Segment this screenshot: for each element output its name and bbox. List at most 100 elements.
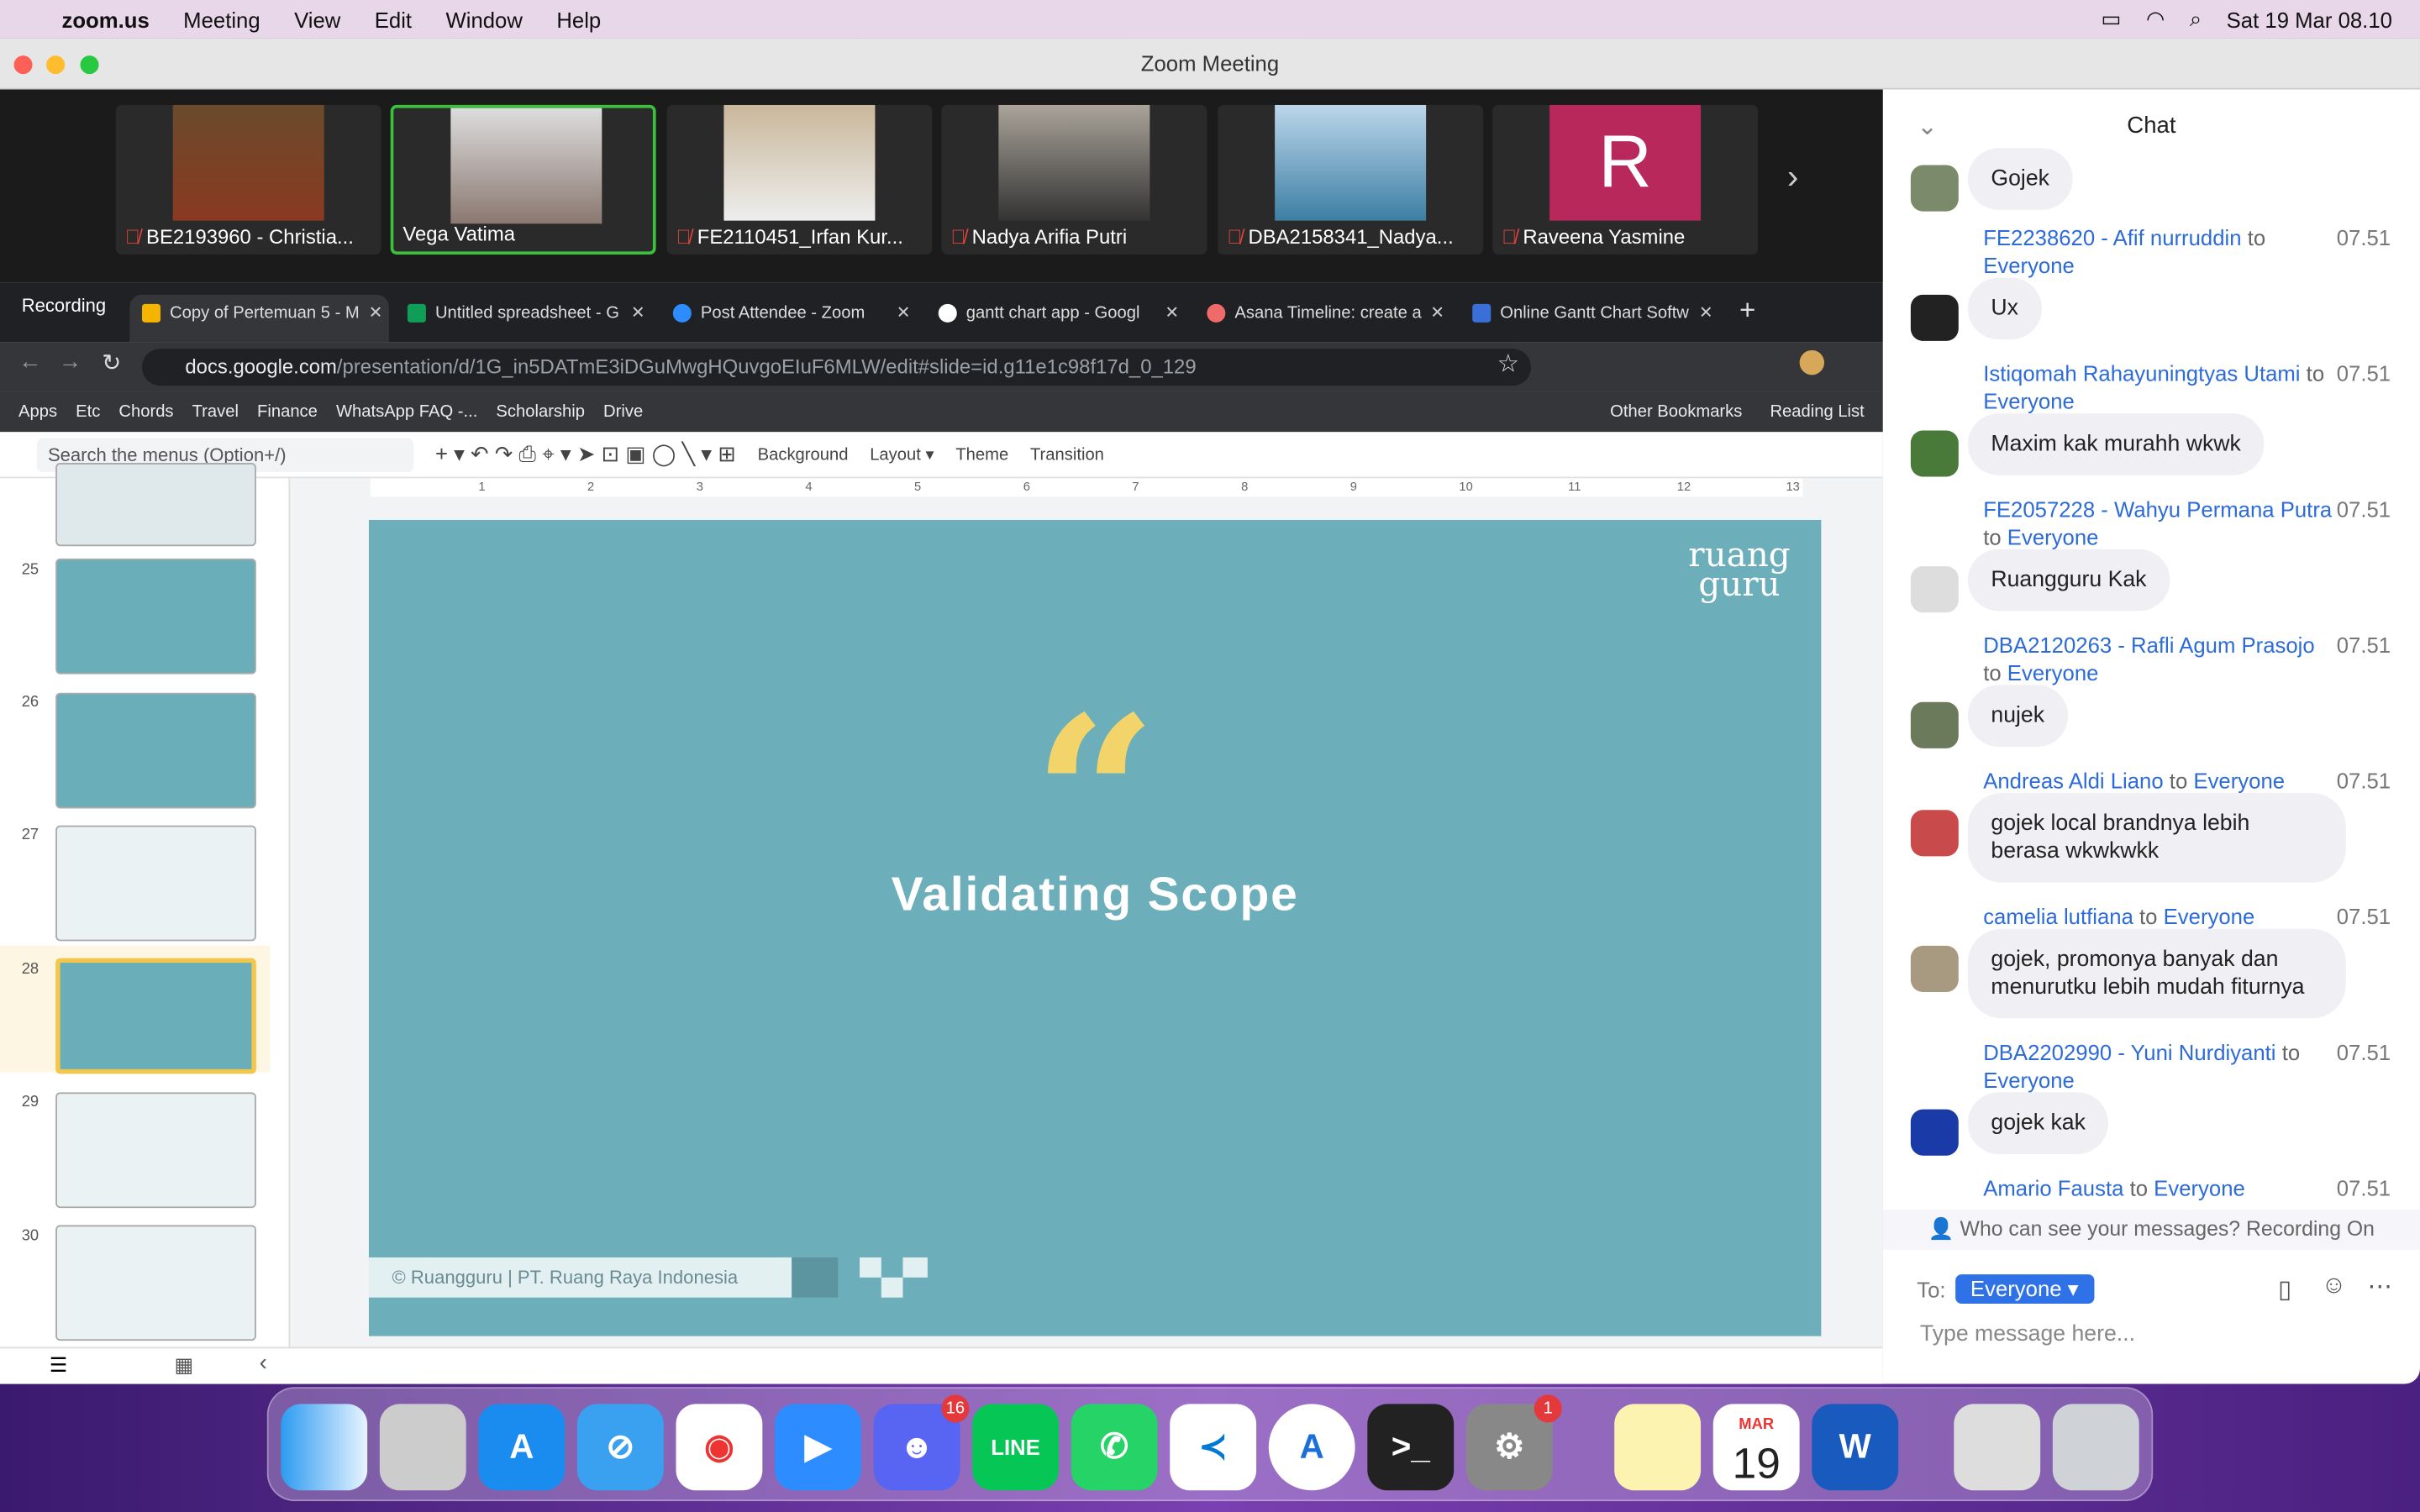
trash-icon[interactable]: [2052, 1404, 2139, 1491]
sender-name[interactable]: DBA2120263 - Rafli Agum Prasojo: [1983, 633, 2315, 657]
next-page-chevron-icon[interactable]: ›: [1787, 157, 1798, 197]
menu-meeting[interactable]: Meeting: [183, 7, 260, 31]
close-tab-icon[interactable]: ✕: [897, 295, 911, 332]
close-tab-icon[interactable]: ✕: [1699, 295, 1713, 332]
url-field[interactable]: docs.google.com/presentation/d/1G_in5DAT…: [141, 349, 1532, 386]
search-icon[interactable]: ⌕: [2190, 6, 2202, 32]
transition-button[interactable]: Transition: [1030, 445, 1104, 464]
whatsapp-icon[interactable]: ✆: [1071, 1404, 1158, 1491]
theme-button[interactable]: Theme: [955, 445, 1008, 464]
back-icon[interactable]: ←: [18, 349, 42, 375]
vscode-icon[interactable]: ≺: [1170, 1404, 1257, 1491]
more-icon[interactable]: ⋯: [2368, 1271, 2392, 1302]
chrome-icon[interactable]: ◉: [676, 1404, 763, 1491]
bookmark-apps[interactable]: Apps: [18, 402, 57, 421]
close-tab-icon[interactable]: ✕: [631, 295, 645, 332]
sender-name[interactable]: FE2238620 - Afif nurruddin: [1983, 225, 2241, 249]
participant-name: BE2193960 - Christia...: [146, 225, 354, 249]
close-tab-icon[interactable]: ✕: [1430, 295, 1444, 332]
sender-name[interactable]: Andreas Aldi Liano: [1983, 769, 2163, 793]
tab-slides[interactable]: Copy of Pertemuan 5 - M ✕: [129, 294, 389, 343]
app-store-icon[interactable]: A: [478, 1404, 566, 1491]
bookmark-scholarship[interactable]: Scholarship: [496, 402, 585, 421]
background-button[interactable]: Background: [758, 445, 849, 464]
tab-asana[interactable]: Asana Timeline: create a ✕: [1195, 295, 1451, 343]
menu-view[interactable]: View: [294, 7, 340, 31]
finder-icon[interactable]: [281, 1404, 368, 1491]
reload-icon[interactable]: ↻: [102, 349, 121, 376]
bookmark-etc[interactable]: Etc: [76, 402, 100, 421]
collapse-chevron-icon[interactable]: ⌄: [1917, 111, 1938, 142]
bookmark-travel[interactable]: Travel: [192, 402, 239, 421]
grid-view-icon[interactable]: ▦: [175, 1353, 194, 1378]
participant-tile[interactable]: 🎙̸ DBA2158341_Nadya...: [1218, 104, 1484, 255]
close-tab-icon[interactable]: ✕: [369, 295, 383, 332]
layout-button[interactable]: Layout ▾: [870, 444, 934, 465]
launchpad-icon[interactable]: [379, 1404, 466, 1491]
slide-thumbnail-selected[interactable]: [55, 958, 256, 1074]
tab-google-search[interactable]: gantt chart app - Googl ✕: [926, 295, 1186, 343]
minimize-window-button[interactable]: [46, 55, 66, 75]
participant-tile[interactable]: 🎙̸ Nadya Arifia Putri: [941, 104, 1207, 255]
menu-edit[interactable]: Edit: [375, 7, 412, 31]
tab-spreadsheet[interactable]: Untitled spreadsheet - G ✕: [395, 295, 651, 343]
downloads-stack-icon[interactable]: [1954, 1404, 2041, 1491]
slide-thumbnail[interactable]: [55, 463, 256, 547]
discord-icon[interactable]: ☻ 16: [873, 1394, 970, 1491]
close-window-button[interactable]: [13, 55, 33, 75]
xcode-instruments-icon[interactable]: A: [1268, 1404, 1355, 1491]
list-view-icon[interactable]: ☰: [50, 1353, 67, 1378]
toolbar-icons[interactable]: + ▾ ↶ ↷ ⎙ ⌖ ▾ ➤ ⊡ ▣ ◯ ╲ ▾ ⊞: [435, 441, 736, 467]
close-tab-icon[interactable]: ✕: [1165, 295, 1179, 332]
slide-thumbnail[interactable]: [55, 692, 256, 809]
menu-help[interactable]: Help: [556, 7, 601, 31]
tab-zoom[interactable]: Post Attendee - Zoom ✕: [660, 295, 917, 343]
collapse-chevron-icon[interactable]: ‹: [260, 1350, 267, 1376]
menu-window[interactable]: Window: [445, 7, 522, 31]
sender-name[interactable]: DBA2202990 - Yuni Nurdiyanti: [1983, 1040, 2275, 1064]
sender-name[interactable]: Istiqomah Rahayuningtyas Utami: [1983, 361, 2300, 386]
bookmark-other[interactable]: Other Bookmarks: [1610, 402, 1742, 421]
terminal-icon[interactable]: >_: [1367, 1404, 1455, 1491]
sender-name[interactable]: FE2057228 - Wahyu Permana Putra: [1983, 496, 2332, 521]
zoom-window-button[interactable]: [80, 55, 99, 75]
new-tab-button[interactable]: +: [1739, 295, 1755, 328]
line-icon[interactable]: LINE: [972, 1404, 1059, 1491]
participant-tile[interactable]: R 🎙̸ Raveena Yasmine: [1492, 104, 1759, 255]
slide[interactable]: ruang guru “ Validating Scope © Ruangguru…: [368, 519, 1822, 1336]
participant-tile[interactable]: 🎙̸ BE2193960 - Christia...: [115, 104, 381, 255]
sender-name[interactable]: Amario Fausta: [1983, 1176, 2123, 1200]
reading-list[interactable]: Reading List: [1770, 402, 1864, 421]
bookmark-drive[interactable]: Drive: [603, 402, 643, 421]
menu-app[interactable]: zoom.us: [61, 7, 149, 31]
sender-name[interactable]: camelia lutfiana: [1983, 904, 2133, 928]
notes-icon[interactable]: [1614, 1404, 1702, 1491]
system-preferences-icon[interactable]: ⚙ 1: [1465, 1394, 1562, 1491]
slide-thumbnail[interactable]: [55, 558, 256, 675]
slide-thumbnail[interactable]: [55, 1092, 256, 1209]
bookmark-star-icon[interactable]: ☆: [1497, 349, 1519, 380]
participant-tile[interactable]: 🎙̸ FE2110451_Irfan Kur...: [666, 104, 933, 255]
datetime[interactable]: Sat 19 Mar 08.10: [2227, 7, 2392, 31]
zoom-icon[interactable]: ▶: [775, 1404, 861, 1491]
wifi-icon[interactable]: ◠: [2146, 6, 2165, 32]
privacy-notice[interactable]: 👤 Who can see your messages? Recording O…: [1882, 1209, 2420, 1250]
slide-thumbnail[interactable]: [55, 825, 256, 942]
message-input[interactable]: Type message here...: [1920, 1322, 2135, 1347]
bookmark-chords[interactable]: Chords: [118, 402, 173, 421]
bookmark-whatsapp[interactable]: WhatsApp FAQ -...: [336, 402, 477, 421]
word-icon[interactable]: W: [1812, 1404, 1899, 1491]
bookmark-finance[interactable]: Finance: [257, 402, 318, 421]
slide-thumbnail[interactable]: [55, 1225, 256, 1341]
profile-avatar[interactable]: [1799, 349, 1825, 375]
participant-tile-active-speaker[interactable]: Vega Vatima: [390, 104, 656, 255]
emoji-icon[interactable]: ☺: [2321, 1273, 2346, 1300]
forward-icon[interactable]: →: [59, 349, 82, 375]
tab-gantt[interactable]: Online Gantt Chart Softw ✕: [1460, 295, 1720, 343]
slide-filmstrip[interactable]: 25 26 27 28 29 30: [0, 463, 291, 1347]
safari-icon[interactable]: ⊘: [576, 1404, 664, 1491]
recipient-dropdown[interactable]: Everyone ▾: [1954, 1274, 2094, 1305]
battery-icon[interactable]: ▭: [2101, 6, 2121, 32]
file-icon[interactable]: ▯: [2278, 1274, 2291, 1305]
calendar-icon[interactable]: MAR 19: [1712, 1404, 1800, 1491]
